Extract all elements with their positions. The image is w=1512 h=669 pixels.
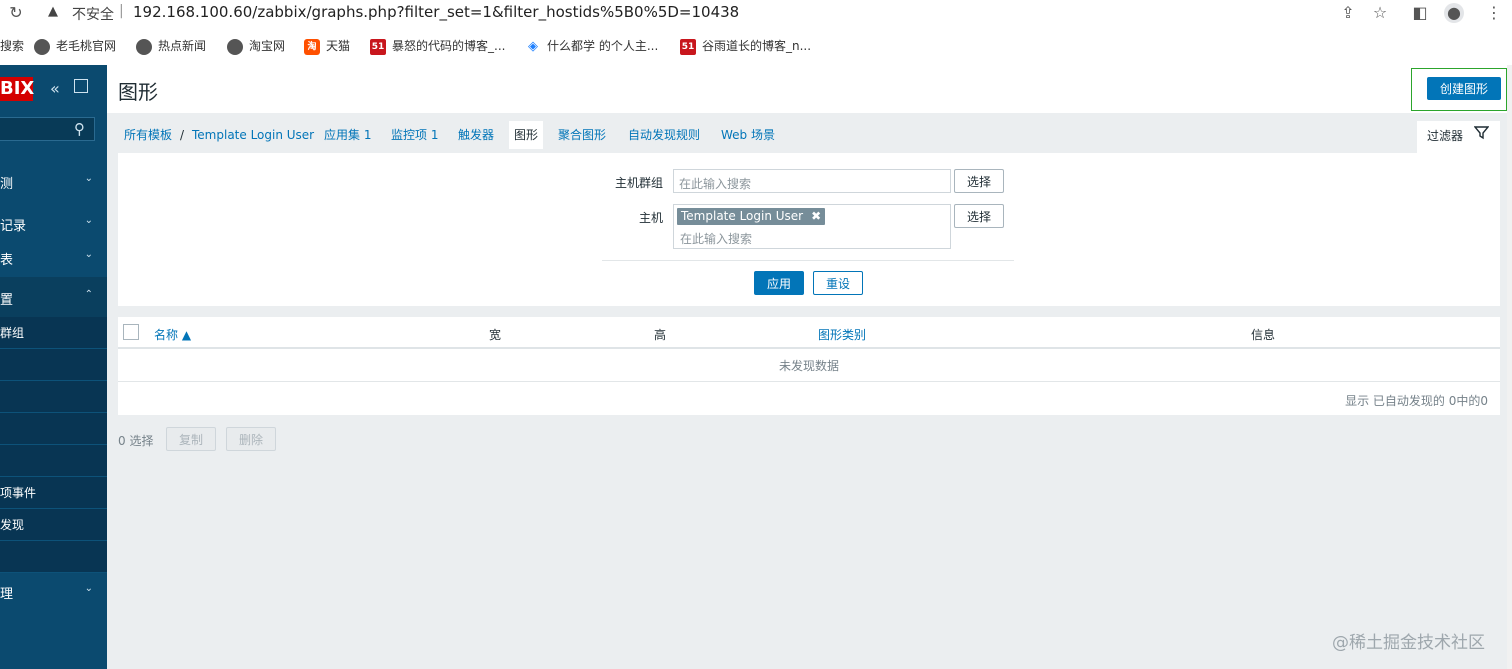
globe-icon (34, 38, 50, 55)
share-icon[interactable]: ⇪ (1338, 3, 1358, 23)
table-header (118, 317, 1500, 349)
bookmark-search[interactable]: 搜索 (0, 36, 24, 56)
51cto-icon: 51 (680, 38, 696, 55)
select-all-checkbox[interactable] (123, 324, 139, 340)
watermark: @稀土掘金技术社区 (1332, 633, 1485, 653)
filter-tab-label[interactable]: 过滤器 (1427, 127, 1463, 144)
page-title: 图形 (118, 80, 158, 104)
tab-screens[interactable]: 聚合图形 (558, 121, 606, 149)
chevron-down-icon: ⌄ (84, 249, 93, 260)
delete-button[interactable]: 删除 (226, 427, 276, 451)
column-height: 高 (654, 328, 667, 342)
breadcrumb-separator: / (180, 128, 185, 142)
sidebar-item-monitoring[interactable]: 测 ⌄ (0, 161, 107, 203)
column-graph-type[interactable]: 图形类别 (818, 326, 866, 343)
reset-button[interactable]: 重设 (813, 271, 863, 295)
collapse-sidebar-icon[interactable]: « (50, 79, 60, 98)
zabbix-logo[interactable]: BIX (0, 77, 34, 101)
bookmark-taobao[interactable]: 淘宝网 (227, 36, 285, 56)
bookmark-blog-2[interactable]: ◈ 什么都学 的个人主... (525, 36, 658, 56)
sidepanel-icon[interactable]: ◧ (1410, 3, 1430, 23)
sidebar-item-reports[interactable]: 表 ⌄ (0, 245, 107, 277)
column-name[interactable]: 名称 ▲ (154, 326, 191, 343)
bookmark-blog-3[interactable]: 51 谷雨道长的博客_n... (680, 36, 811, 56)
pager-info: 显示 已自动发现的 0中的0 (1345, 394, 1488, 408)
bookmarks-bar: 搜索 老毛桃官网 热点新闻 淘宝网 淘天猫 51 暴怒的代码的博客_... ◈ 什么… (0, 34, 1512, 58)
address-separator: | (119, 3, 124, 19)
globe-icon (227, 38, 243, 55)
chevron-down-icon: ⌄ (84, 583, 93, 594)
tab-discovery-rules[interactable]: 自动发现规则 (628, 121, 700, 149)
browser-chrome: ↻ ▲ 不安全 | 192.168.100.60/zabbix/graphs.p… (0, 0, 1512, 65)
profile-icon[interactable]: ● (1444, 3, 1464, 23)
sidebar-subitem-host-groups[interactable]: 群组 (0, 317, 107, 349)
sidebar-item-inventory[interactable]: 记录 ⌄ (0, 203, 107, 245)
chevron-down-icon: ⌄ (84, 173, 93, 184)
host-label: 主机 (638, 211, 663, 225)
breadcrumb: 所有模板 / Template Login User 应用集 1 监控项 1 触… (117, 121, 1417, 149)
globe-icon (136, 38, 152, 55)
menu-icon[interactable]: ⋮ (1484, 3, 1504, 23)
sidebar-subitem-hosts[interactable] (0, 381, 107, 413)
taobao-icon: 淘 (304, 38, 320, 55)
page-header (107, 65, 1512, 113)
sidebar-subitem-templates[interactable] (0, 349, 107, 381)
sidebar-subitem-actions[interactable] (0, 445, 107, 477)
bookmark-laomaotao[interactable]: 老毛桃官网 (34, 36, 116, 56)
juejin-icon: ◈ (528, 38, 538, 54)
host-tag: Template Login User ✖ (677, 208, 826, 225)
reload-icon[interactable]: ↻ (6, 3, 26, 23)
insecure-label: 不安全 (72, 7, 114, 23)
host-select-button[interactable]: 选择 (954, 204, 1004, 228)
remove-tag-icon[interactable]: ✖ (811, 209, 821, 223)
host-group-input[interactable]: 在此输入搜索 (673, 169, 951, 193)
host-input-placeholder[interactable]: 在此输入搜索 (680, 230, 752, 247)
apply-button[interactable]: 应用 (754, 271, 804, 295)
search-icon[interactable]: ⚲ (74, 120, 85, 138)
tab-template-name[interactable]: Template Login User (192, 121, 314, 149)
bookmark-news[interactable]: 热点新闻 (136, 36, 206, 56)
selected-count: 0 选择 (118, 434, 154, 448)
chevron-down-icon: ⌄ (84, 215, 93, 226)
host-group-label: 主机群组 (614, 176, 663, 190)
empty-table-message: 未发现数据 (118, 350, 1500, 382)
tab-items[interactable]: 监控项 1 (391, 121, 438, 149)
sidebar-subitem-discovery[interactable]: 发现 (0, 509, 107, 541)
address-bar[interactable]: ↻ ▲ 不安全 | 192.168.100.60/zabbix/graphs.p… (0, 0, 1512, 28)
sidebar-subitem-maintenance[interactable] (0, 413, 107, 445)
filter-divider (602, 260, 1014, 261)
tab-applications[interactable]: 应用集 1 (324, 121, 371, 149)
tab-all-templates[interactable]: 所有模板 (124, 121, 172, 149)
filter-icon[interactable] (1473, 125, 1490, 144)
bookmark-tmall[interactable]: 淘天猫 (304, 36, 350, 56)
sidebar-item-administration[interactable]: 理 ⌄ (0, 575, 107, 617)
tab-triggers[interactable]: 触发器 (458, 121, 494, 149)
tab-web-scenarios[interactable]: Web 场景 (721, 121, 775, 149)
sidebar-subitem-services[interactable] (0, 541, 107, 573)
create-graph-button[interactable]: 创建图形 (1427, 77, 1501, 100)
sidebar: BIX « ⚲ 测 ⌄ 记录 ⌄ 表 ⌄ 置 ⌃ 群组 项事件 发现 理 ⌄ (0, 65, 107, 669)
warning-icon: ▲ (48, 4, 58, 19)
bookmark-blog-1[interactable]: 51 暴怒的代码的博客_... (370, 36, 505, 56)
sidebar-subitem-event-correlation[interactable]: 项事件 (0, 477, 107, 509)
51cto-icon: 51 (370, 38, 386, 55)
scrollbar[interactable] (1507, 65, 1512, 669)
kiosk-mode-icon[interactable] (74, 79, 88, 93)
sidebar-item-configuration[interactable]: 置 ⌃ (0, 277, 107, 321)
column-width: 宽 (489, 328, 502, 342)
tab-graphs[interactable]: 图形 (509, 121, 544, 149)
column-info: 信息 (1251, 328, 1276, 342)
star-icon[interactable]: ☆ (1370, 3, 1390, 23)
copy-button[interactable]: 复制 (166, 427, 216, 451)
chevron-up-icon: ⌃ (84, 289, 93, 300)
host-group-select-button[interactable]: 选择 (954, 169, 1004, 193)
url-text[interactable]: 192.168.100.60/zabbix/graphs.php?filter_… (133, 3, 739, 21)
